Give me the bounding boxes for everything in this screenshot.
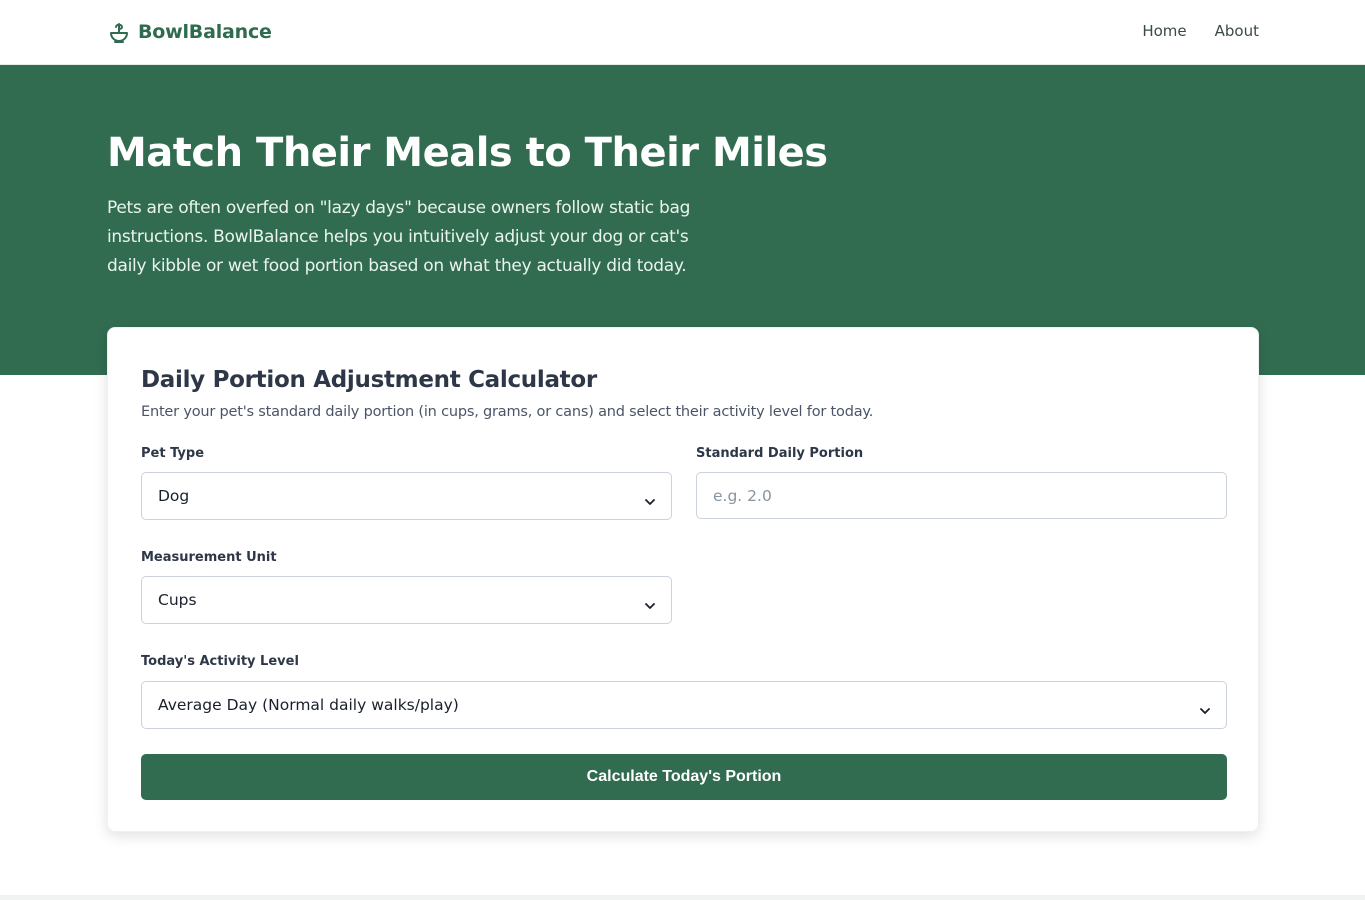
footer-divider bbox=[0, 895, 1365, 900]
measurement-unit-value: Cups bbox=[158, 591, 197, 609]
bowl-icon bbox=[108, 20, 130, 44]
brand-logo[interactable]: BowlBalance bbox=[108, 20, 272, 44]
activity-level-label: Today's Activity Level bbox=[141, 654, 299, 669]
pet-type-select[interactable]: Dog bbox=[141, 472, 672, 520]
nav-link-home[interactable]: Home bbox=[1142, 22, 1186, 40]
hero-description: Pets are often overfed on "lazy days" be… bbox=[107, 198, 691, 276]
chevron-down-icon bbox=[1200, 701, 1210, 714]
standard-portion-label: Standard Daily Portion bbox=[696, 446, 864, 461]
activity-level-value: Average Day (Normal daily walks/play) bbox=[158, 696, 459, 714]
brand-name: BowlBalance bbox=[138, 21, 272, 43]
main-nav: Home About bbox=[1142, 22, 1259, 40]
calculator-card: Daily Portion Adjustment Calculator Ente… bbox=[107, 327, 1259, 832]
pet-type-value: Dog bbox=[158, 487, 190, 505]
pet-type-label: Pet Type bbox=[141, 446, 205, 461]
activity-level-select[interactable]: Average Day (Normal daily walks/play) bbox=[141, 681, 1227, 729]
measurement-unit-select[interactable]: Cups bbox=[141, 576, 672, 624]
hero-title: Match Their Meals to Their Miles bbox=[107, 130, 828, 176]
calculator-title: Daily Portion Adjustment Calculator bbox=[141, 367, 597, 393]
standard-portion-placeholder: e.g. 2.0 bbox=[713, 486, 772, 505]
top-navbar: BowlBalance Home About bbox=[0, 0, 1365, 65]
measurement-unit-label: Measurement Unit bbox=[141, 550, 277, 565]
chevron-down-icon bbox=[645, 596, 655, 609]
chevron-down-icon bbox=[645, 492, 655, 505]
standard-portion-input[interactable]: e.g. 2.0 bbox=[696, 472, 1227, 519]
calculate-button[interactable]: Calculate Today's Portion bbox=[141, 754, 1227, 800]
nav-link-about[interactable]: About bbox=[1215, 22, 1259, 40]
calculator-subtitle: Enter your pet's standard daily portion … bbox=[141, 404, 874, 420]
